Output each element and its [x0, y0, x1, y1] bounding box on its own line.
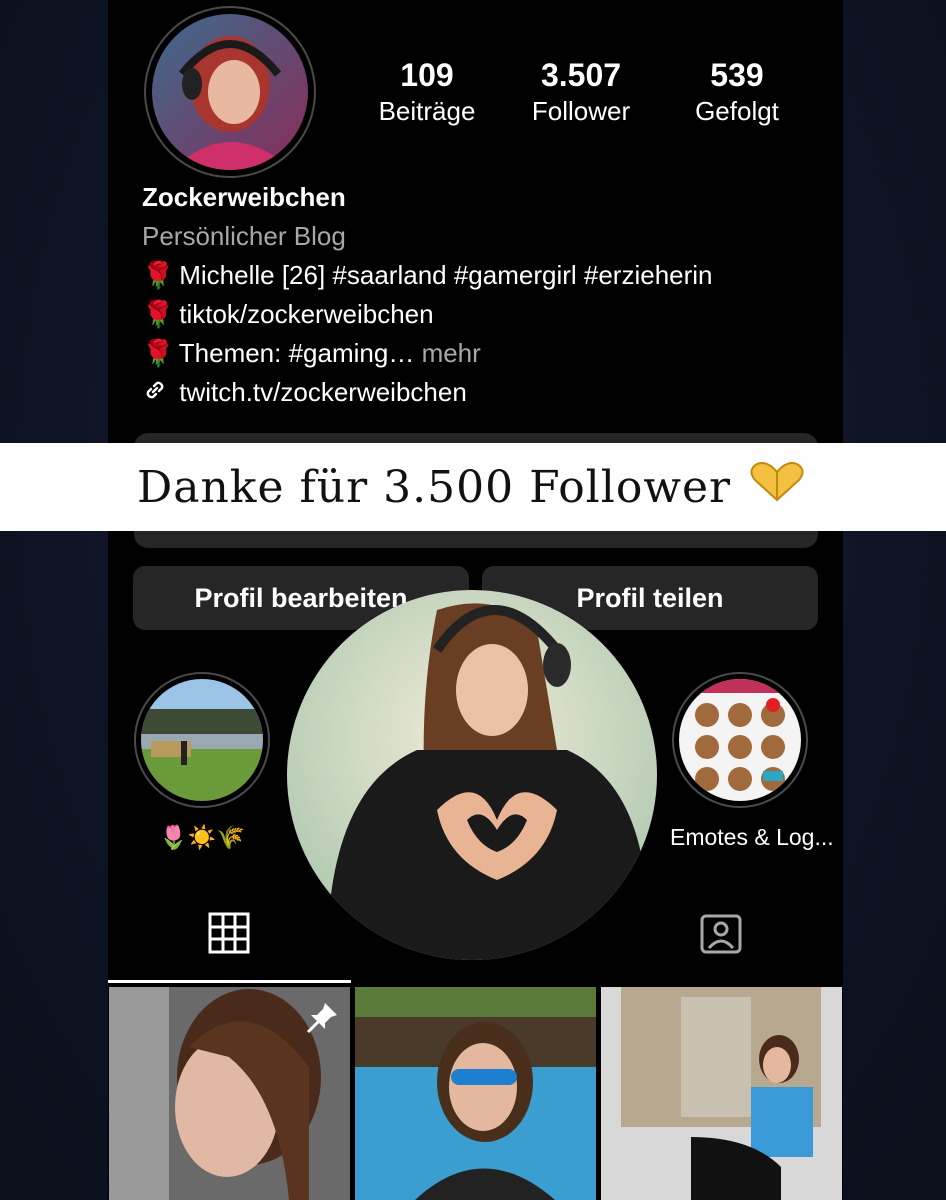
following-count: 539	[710, 57, 764, 93]
highlight-nature[interactable]: 🌷☀️🌾	[132, 672, 272, 851]
link-icon	[142, 375, 172, 413]
bio-text-2: tiktok/zockerweibchen	[179, 299, 434, 329]
followers-count: 3.507	[540, 57, 622, 93]
post-tile[interactable]	[601, 987, 842, 1200]
rose-icon: 🌹	[142, 338, 175, 368]
bio-line-2: 🌹 tiktok/zockerweibchen	[142, 295, 434, 333]
stat-following[interactable]: 539 Gefolgt	[662, 56, 812, 128]
tagged-icon[interactable]	[699, 912, 743, 961]
bio-link-row[interactable]: twitch.tv/zockerweibchen	[142, 373, 467, 413]
rose-icon: 🌹	[142, 260, 175, 290]
highlight-label: Emotes & Log...	[670, 824, 834, 850]
highlight-ring	[672, 672, 808, 808]
rose-icon: 🌹	[142, 299, 175, 329]
posts-count: 109	[400, 57, 454, 93]
grid-icon[interactable]	[208, 912, 250, 959]
highlight-image	[679, 679, 801, 801]
pin-icon	[305, 1001, 339, 1040]
highlight-label: 🌷☀️🌾	[159, 824, 245, 850]
bio-line-1: 🌹 Michelle [26] #saarland #gamergirl #er…	[142, 256, 713, 294]
post-tile[interactable]	[109, 987, 350, 1200]
posts-label: Beiträge	[378, 96, 476, 126]
profile-username: Zockerweibchen	[142, 182, 346, 212]
heart-hands-icon	[745, 460, 809, 515]
profile-avatar[interactable]	[144, 6, 316, 178]
post-tile[interactable]	[355, 987, 596, 1200]
stat-posts[interactable]: 109 Beiträge	[352, 56, 502, 128]
avatar-image	[152, 14, 308, 170]
highlight-emotes[interactable]: Emotes & Log...	[670, 672, 834, 851]
thank-you-banner: Danke für 3.500 Follower	[0, 443, 946, 531]
highlight-ring	[134, 672, 270, 808]
overlay-portrait	[287, 590, 657, 960]
bio-text-3: Themen: #gaming…	[178, 338, 415, 368]
stat-followers[interactable]: 3.507 Follower	[506, 56, 656, 128]
following-label: Gefolgt	[695, 96, 779, 126]
banner-text: Danke für 3.500 Follower	[136, 461, 732, 513]
highlight-image	[141, 679, 263, 801]
profile-category: Persönlicher Blog	[142, 221, 346, 251]
bio-line-3: 🌹 Themen: #gaming… mehr	[142, 334, 481, 372]
tab-active-indicator	[108, 980, 351, 983]
followers-label: Follower	[531, 96, 631, 126]
bio-more-link[interactable]: mehr	[422, 338, 481, 368]
bio-text-1: Michelle [26] #saarland #gamergirl #erzi…	[179, 260, 713, 290]
profile-link[interactable]: twitch.tv/zockerweibchen	[179, 377, 467, 407]
